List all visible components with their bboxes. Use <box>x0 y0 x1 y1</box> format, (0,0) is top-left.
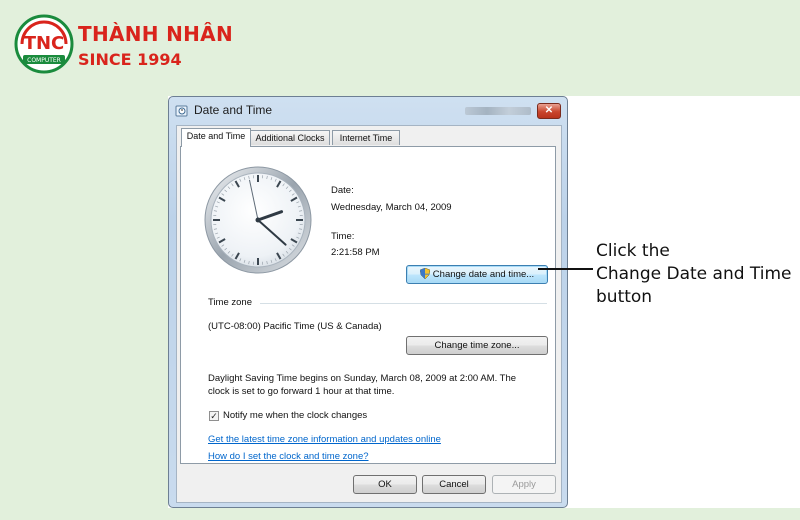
brand-since: SINCE 1994 <box>78 50 182 69</box>
latest-timezone-info-link[interactable]: Get the latest time zone information and… <box>208 434 441 445</box>
tnc-logo: TNC COMPUTER <box>14 14 74 74</box>
close-button[interactable]: ✕ <box>537 103 561 119</box>
dialog-title: Date and Time <box>194 103 273 117</box>
logo-sub: COMPUTER <box>27 57 61 64</box>
uac-shield-icon <box>419 268 430 279</box>
cancel-button[interactable]: Cancel <box>422 475 486 494</box>
apply-button[interactable]: Apply <box>492 475 556 494</box>
change-date-and-time-button[interactable]: Change date and time... <box>406 265 548 284</box>
ok-button[interactable]: OK <box>353 475 417 494</box>
time-value: 2:21:58 PM <box>331 247 380 258</box>
timezone-divider <box>260 303 547 304</box>
tab-page: Date: Wednesday, March 04, 2009 Time: 2:… <box>180 146 556 464</box>
callout-text: Click the Change Date and Time button <box>596 240 792 309</box>
timezone-header: Time zone <box>208 297 252 308</box>
title-bar[interactable]: Date and Time ✕ <box>169 97 567 123</box>
timezone-value: (UTC-08:00) Pacific Time (US & Canada) <box>208 321 382 332</box>
tab-internet-time[interactable]: Internet Time <box>332 130 400 145</box>
date-time-dialog: Date and Time ✕ Date and Time Additional… <box>168 96 568 508</box>
date-label: Date: <box>331 185 354 196</box>
time-label: Time: <box>331 231 355 242</box>
tab-additional-clocks[interactable]: Additional Clocks <box>250 130 330 145</box>
brand-name: THÀNH NHÂN <box>78 22 233 46</box>
dst-line-1: Daylight Saving Time begins on Sunday, M… <box>208 373 517 384</box>
how-to-set-clock-link[interactable]: How do I set the clock and time zone? <box>208 451 369 462</box>
analog-clock <box>204 166 312 274</box>
logo-text: TNC <box>24 33 65 54</box>
dst-line-2: clock is set to go forward 1 hour at tha… <box>208 386 395 397</box>
date-value: Wednesday, March 04, 2009 <box>331 202 452 213</box>
clock-window-icon <box>175 105 188 117</box>
notify-label: Notify me when the clock changes <box>223 410 368 421</box>
callout-pointer-line <box>538 268 593 270</box>
tab-date-and-time[interactable]: Date and Time <box>181 128 251 147</box>
notify-checkbox[interactable]: ✓ <box>209 411 219 421</box>
change-date-and-time-label: Change date and time... <box>432 269 535 280</box>
dialog-client: Date and Time Additional Clocks Internet… <box>176 125 562 503</box>
callout-line-1: Click the <box>596 241 670 261</box>
change-time-zone-button[interactable]: Change time zone... <box>406 336 548 355</box>
blurred-title-region <box>465 107 531 115</box>
callout-line-3: button <box>596 287 653 307</box>
callout-line-2: Change Date and Time <box>596 264 792 284</box>
